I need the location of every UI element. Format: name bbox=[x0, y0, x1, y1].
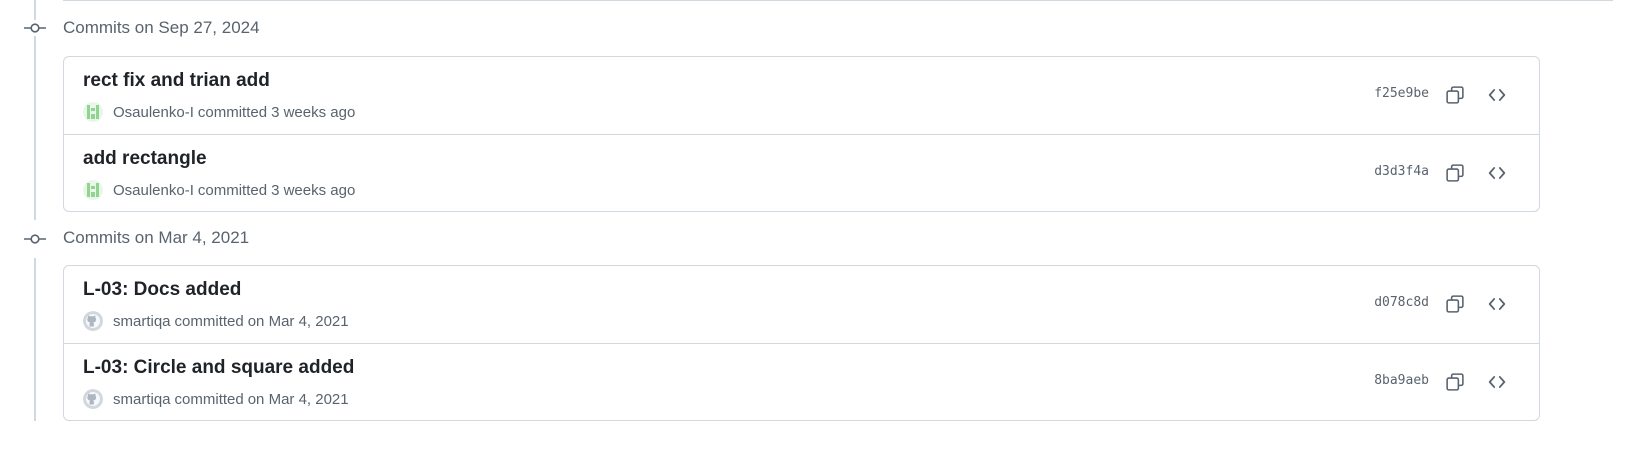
timeline-line bbox=[34, 258, 36, 421]
commit-meta: smartiqa committed on Mar 4, 2021 bbox=[83, 388, 349, 410]
commit-author-link[interactable]: smartiqa bbox=[113, 391, 171, 408]
commit-time: 3 weeks ago bbox=[271, 103, 356, 121]
commit-meta: Osaulenko-I committed 3 weeks ago bbox=[83, 179, 355, 201]
commit-time: on Mar 4, 2021 bbox=[247, 312, 349, 330]
copy-sha-button[interactable] bbox=[1441, 368, 1469, 396]
copy-sha-button[interactable] bbox=[1441, 290, 1469, 318]
commit-action: committed bbox=[174, 312, 244, 330]
browse-repo-button[interactable] bbox=[1483, 81, 1511, 109]
top-divider bbox=[63, 0, 1613, 1]
commit-title-link[interactable]: L-03: Circle and square added bbox=[83, 357, 354, 379]
git-commit-icon bbox=[24, 234, 46, 244]
copy-icon bbox=[1446, 295, 1464, 313]
commit-title-link[interactable]: add rectangle bbox=[83, 148, 207, 170]
commit-sha-link[interactable]: d3d3f4a bbox=[1374, 164, 1429, 179]
browse-repo-button[interactable] bbox=[1483, 368, 1511, 396]
group-date-heading: Commits on Sep 27, 2024 bbox=[63, 18, 260, 37]
commit-action: committed bbox=[197, 181, 268, 199]
avatar[interactable] bbox=[83, 102, 103, 122]
commit-sha-link[interactable]: f25e9be bbox=[1374, 86, 1429, 101]
commit-row: rect fix and trian add Osaulenko-I commi… bbox=[64, 57, 1539, 134]
code-icon bbox=[1488, 376, 1506, 388]
commit-action: committed bbox=[197, 103, 268, 121]
code-icon bbox=[1488, 298, 1506, 310]
commit-title-link[interactable]: rect fix and trian add bbox=[83, 70, 270, 92]
commit-author-link[interactable]: Osaulenko-I bbox=[113, 104, 194, 121]
copy-icon bbox=[1446, 373, 1464, 391]
commit-author-link[interactable]: Osaulenko-I bbox=[113, 182, 194, 199]
commit-author-link[interactable]: smartiqa bbox=[113, 313, 171, 330]
commit-time: on Mar 4, 2021 bbox=[247, 390, 349, 408]
commit-action: committed bbox=[174, 390, 244, 408]
copy-icon bbox=[1446, 86, 1464, 104]
commit-row: add rectangle Osaulenko-I committed 3 we… bbox=[64, 134, 1539, 211]
commit-time: 3 weeks ago bbox=[271, 181, 356, 199]
timeline-line bbox=[34, 36, 36, 220]
code-icon bbox=[1488, 167, 1506, 179]
commit-sha-link[interactable]: d078c8d bbox=[1374, 295, 1429, 310]
code-icon bbox=[1488, 89, 1506, 101]
avatar[interactable] bbox=[83, 389, 103, 409]
commit-list: rect fix and trian add Osaulenko-I commi… bbox=[63, 56, 1540, 212]
commit-meta: smartiqa committed on Mar 4, 2021 bbox=[83, 310, 349, 332]
group-date-heading: Commits on Mar 4, 2021 bbox=[63, 228, 250, 247]
avatar[interactable] bbox=[83, 180, 103, 200]
commit-list: L-03: Docs added smartiqa committed on M… bbox=[63, 265, 1540, 421]
copy-sha-button[interactable] bbox=[1441, 81, 1469, 109]
git-commit-icon bbox=[24, 23, 46, 33]
browse-repo-button[interactable] bbox=[1483, 290, 1511, 318]
avatar[interactable] bbox=[83, 311, 103, 331]
copy-icon bbox=[1446, 164, 1464, 182]
commit-sha-link[interactable]: 8ba9aeb bbox=[1374, 373, 1429, 388]
timeline-line bbox=[34, 0, 36, 20]
commit-title-link[interactable]: L-03: Docs added bbox=[83, 279, 241, 301]
commit-meta: Osaulenko-I committed 3 weeks ago bbox=[83, 101, 355, 123]
commit-row: L-03: Circle and square added smartiqa c… bbox=[64, 343, 1539, 420]
copy-sha-button[interactable] bbox=[1441, 159, 1469, 187]
browse-repo-button[interactable] bbox=[1483, 159, 1511, 187]
commit-row: L-03: Docs added smartiqa committed on M… bbox=[64, 266, 1539, 343]
